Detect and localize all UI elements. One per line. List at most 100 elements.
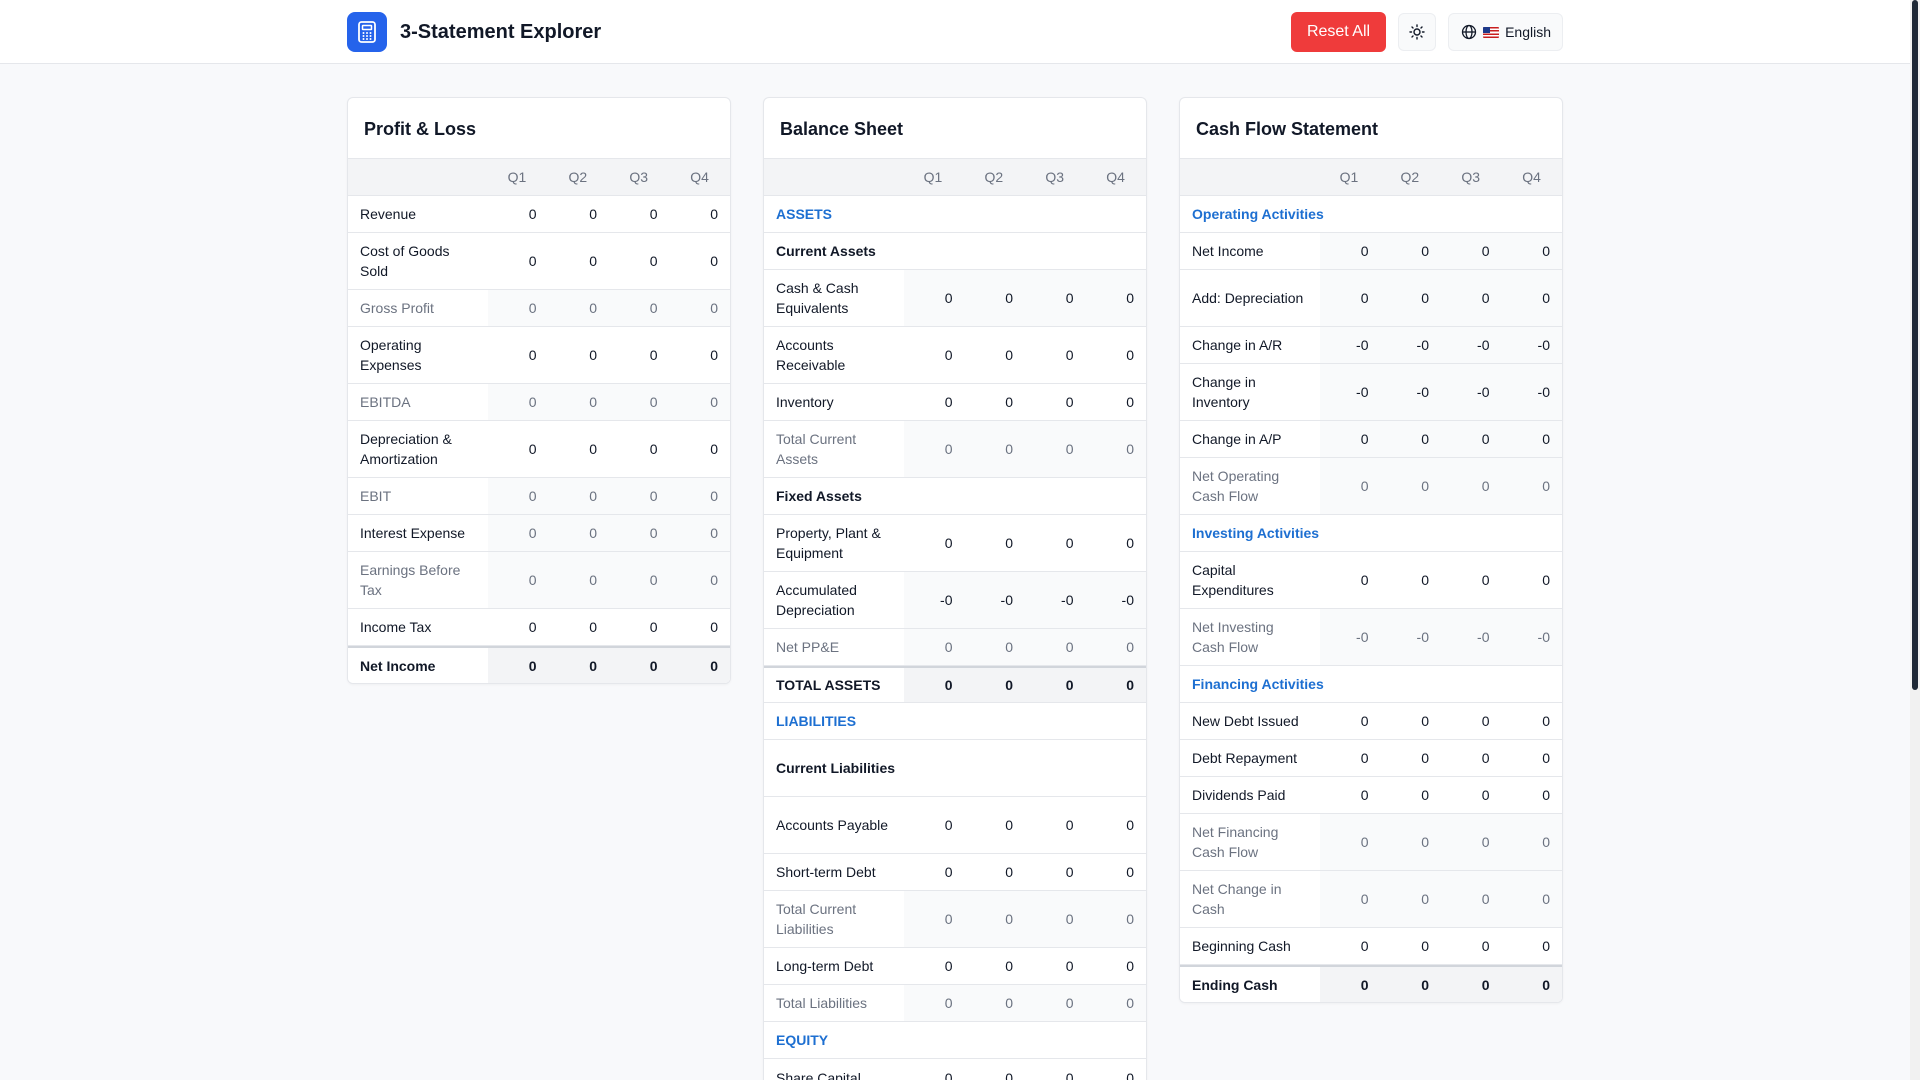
column-header-q4: Q4 xyxy=(1106,169,1125,185)
value-cell-q2: 0 xyxy=(1421,834,1429,850)
value-cell-q4[interactable]: 0 xyxy=(1502,703,1563,739)
row-values: 0000 xyxy=(1320,871,1562,927)
column-header-q3: Q3 xyxy=(629,169,649,185)
value-cell-q1[interactable]: 0 xyxy=(904,384,965,420)
value-cell-q2[interactable]: 0 xyxy=(1381,740,1442,776)
value-cell-q1[interactable]: 0 xyxy=(488,609,549,645)
value-cell-q3[interactable]: 0 xyxy=(1025,797,1086,853)
value-cell-q3[interactable]: 0 xyxy=(1441,552,1502,608)
value-cell-q2: 0 xyxy=(1005,995,1013,1011)
value-cell-q4[interactable]: 0 xyxy=(1086,797,1147,853)
value-cell-q4[interactable]: 0 xyxy=(1502,928,1563,964)
value-cell-q1[interactable]: 0 xyxy=(904,515,965,571)
value-cell-q1: 0 xyxy=(528,488,537,504)
value-cell-q2[interactable]: 0 xyxy=(965,384,1026,420)
value-cell-q4[interactable]: 0 xyxy=(670,327,731,383)
value-cell-q2[interactable]: 0 xyxy=(1381,777,1442,813)
value-cell-q1[interactable]: 0 xyxy=(904,854,965,890)
value-cell-q2: -0 xyxy=(1416,384,1429,400)
value-cell-q3[interactable]: 0 xyxy=(1441,928,1502,964)
value-cell-q2: -0 xyxy=(1416,337,1429,353)
table-row-total-current-liabilities: Total Current Liabilities 0 0 0 0 xyxy=(764,891,1146,948)
value-cell-q1[interactable]: 0 xyxy=(904,948,965,984)
value-cell-q1[interactable]: 0 xyxy=(488,233,549,289)
value-cell-q3[interactable]: 0 xyxy=(1025,948,1086,984)
scrollbar-thumb[interactable] xyxy=(1912,0,1918,690)
scrollbar[interactable] xyxy=(1910,0,1920,1080)
table-row-net-financing-cash-flow: Net Financing Cash Flow 0 0 0 0 xyxy=(1180,814,1562,871)
theme-toggle-button[interactable] xyxy=(1398,13,1437,51)
table-row-revenue: Revenue 0 0 0 0 xyxy=(348,196,730,233)
language-button[interactable]: English xyxy=(1448,13,1563,51)
row-label: Accounts Payable xyxy=(776,817,889,833)
value-cell-q3[interactable]: 0 xyxy=(609,233,670,289)
value-cell-q4[interactable]: 0 xyxy=(1086,515,1147,571)
value-cell-q3[interactable]: 0 xyxy=(609,421,670,477)
value-cell-q4[interactable]: 0 xyxy=(1086,948,1147,984)
table-row-operating-activities: Operating Activities xyxy=(1180,196,1562,233)
row-label: Net Change in Cash xyxy=(1192,881,1282,917)
row-label: EBIT xyxy=(360,488,392,504)
table-row-current-liabilities: Current Liabilities xyxy=(764,740,1146,797)
value-cell-q4[interactable]: 0 xyxy=(1502,777,1563,813)
value-cell-q2[interactable]: 0 xyxy=(1381,928,1442,964)
value-cell-q4[interactable]: 0 xyxy=(1086,327,1147,383)
row-values: 0000 xyxy=(904,854,1146,890)
value-cell-q2[interactable]: 0 xyxy=(965,948,1026,984)
value-cell-q3[interactable]: 0 xyxy=(1025,327,1086,383)
value-cell-q3[interactable]: 0 xyxy=(1025,384,1086,420)
value-cell-q3: 0 xyxy=(649,572,658,588)
value-cell-q4[interactable]: 0 xyxy=(670,421,731,477)
value-cell-q1[interactable]: 0 xyxy=(1320,777,1381,813)
value-cell-q1[interactable]: 0 xyxy=(488,196,549,232)
value-cell-q2[interactable]: 0 xyxy=(965,854,1026,890)
value-cell-q2[interactable]: 0 xyxy=(549,609,610,645)
value-cell-q2[interactable]: 0 xyxy=(965,327,1026,383)
value-cell-q4[interactable]: 0 xyxy=(1086,384,1147,420)
value-cell-q1[interactable]: 0 xyxy=(904,327,965,383)
value-cell-q4[interactable]: 0 xyxy=(670,609,731,645)
value-cell-q2[interactable]: 0 xyxy=(549,196,610,232)
value-cell-q2[interactable]: 0 xyxy=(549,421,610,477)
value-cell-q4[interactable]: 0 xyxy=(1502,740,1563,776)
value-cell-q4[interactable]: 0 xyxy=(1086,1059,1147,1080)
row-label: Depreciation & Amortization xyxy=(360,431,452,467)
value-cell-q1[interactable]: 0 xyxy=(1320,740,1381,776)
value-cell-q2[interactable]: 0 xyxy=(965,1059,1026,1080)
value-cell-q4[interactable]: 0 xyxy=(1502,552,1563,608)
value-cell-q3[interactable]: 0 xyxy=(1025,515,1086,571)
value-cell-q4[interactable]: 0 xyxy=(670,233,731,289)
value-cell-q3: 0 xyxy=(1481,478,1490,494)
value-cell-q3[interactable]: 0 xyxy=(1025,854,1086,890)
value-cell-q3[interactable]: 0 xyxy=(1441,740,1502,776)
value-cell-q4: 0 xyxy=(1542,891,1550,907)
value-cell-q2: 0 xyxy=(1005,911,1013,927)
value-cell-q2[interactable]: 0 xyxy=(1381,552,1442,608)
value-cell-q3[interactable]: 0 xyxy=(1441,703,1502,739)
row-values: 0000 xyxy=(1320,777,1562,813)
value-cell-q3[interactable]: 0 xyxy=(609,327,670,383)
value-cell-q1[interactable]: 0 xyxy=(904,797,965,853)
value-cell-q2[interactable]: 0 xyxy=(549,327,610,383)
row-values: 0000 xyxy=(1320,703,1562,739)
value-cell-q2[interactable]: 0 xyxy=(965,797,1026,853)
value-cell-q4[interactable]: 0 xyxy=(1086,854,1147,890)
value-cell-q3[interactable]: 0 xyxy=(609,196,670,232)
value-cell-q1[interactable]: 0 xyxy=(1320,552,1381,608)
value-cell-q2[interactable]: 0 xyxy=(965,515,1026,571)
value-cell-q4[interactable]: 0 xyxy=(670,196,731,232)
reset-all-button[interactable]: Reset All xyxy=(1290,12,1387,52)
value-cell-q1[interactable]: 0 xyxy=(904,1059,965,1080)
value-cell-q3[interactable]: 0 xyxy=(1441,777,1502,813)
value-cell-q1: 0 xyxy=(528,300,537,316)
value-cell-q1[interactable]: 0 xyxy=(1320,928,1381,964)
value-cell-q3[interactable]: 0 xyxy=(1025,1059,1086,1080)
value-cell-q1[interactable]: 0 xyxy=(488,327,549,383)
value-cell-q1[interactable]: 0 xyxy=(1320,703,1381,739)
value-cell-q2[interactable]: 0 xyxy=(549,233,610,289)
value-cell-q3: 0 xyxy=(1065,995,1074,1011)
value-cell-q3[interactable]: 0 xyxy=(609,609,670,645)
value-cell-q1: 0 xyxy=(1360,891,1369,907)
value-cell-q2[interactable]: 0 xyxy=(1381,703,1442,739)
value-cell-q1[interactable]: 0 xyxy=(488,421,549,477)
